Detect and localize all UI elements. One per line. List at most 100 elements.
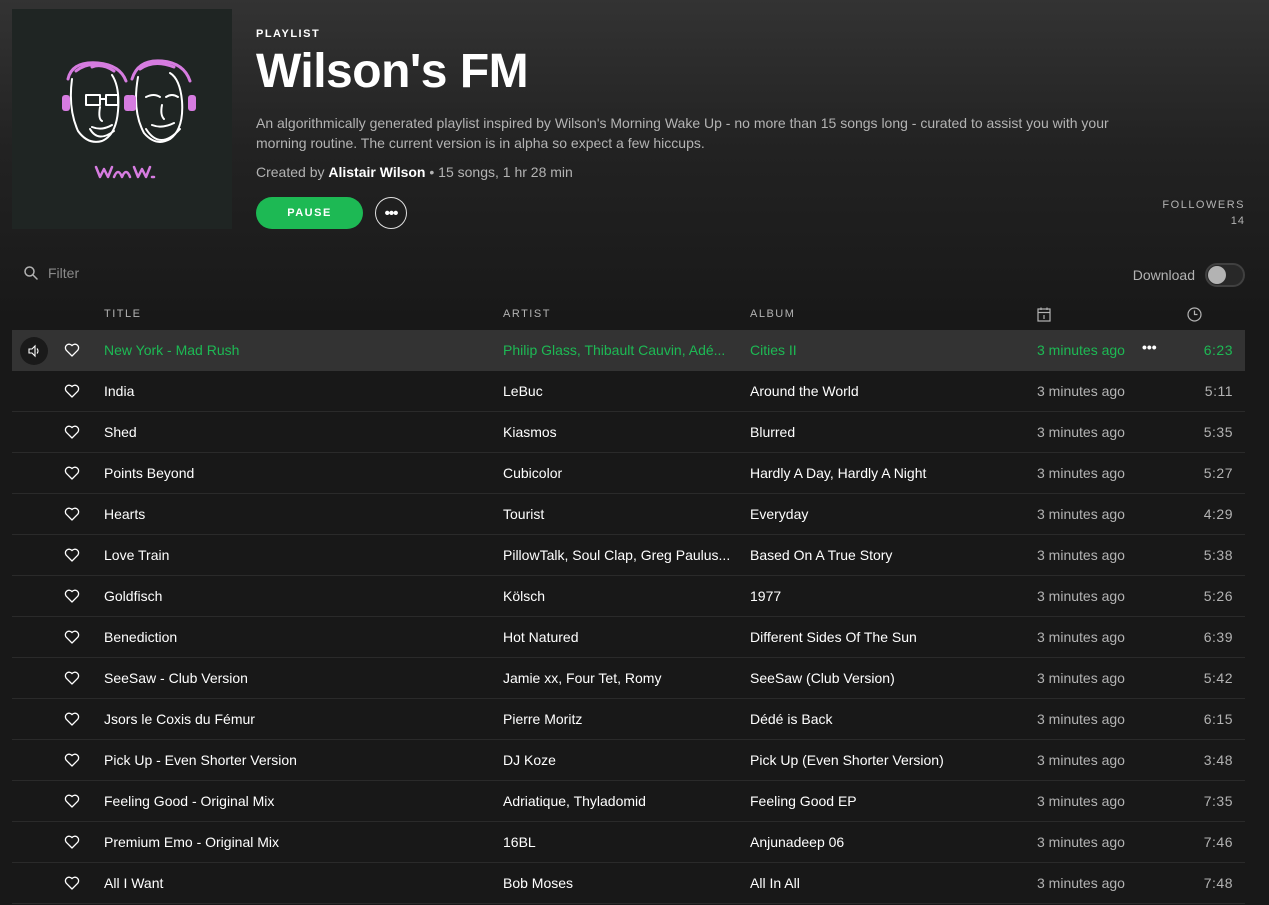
heart-icon[interactable] — [64, 547, 80, 563]
heart-icon[interactable] — [64, 383, 80, 399]
column-header-artist[interactable]: ARTIST — [503, 308, 551, 320]
column-header-title[interactable]: TITLE — [104, 308, 141, 320]
table-row[interactable]: Goldfisch Kölsch 1977 3 minutes ago 5:26 — [12, 576, 1245, 617]
table-row[interactable]: New York - Mad Rush Philip Glass, Thibaul… — [12, 330, 1245, 371]
table-row[interactable]: Feeling Good - Original Mix Adriatique, T… — [12, 781, 1245, 822]
heart-icon[interactable] — [64, 506, 80, 522]
track-artist[interactable]: PillowTalk, Soul Clap, Greg Paulus... — [503, 547, 738, 563]
track-artist[interactable]: Kiasmos — [503, 424, 738, 440]
owner-link[interactable]: Alistair Wilson — [328, 164, 425, 180]
track-artist[interactable]: Adriatique, Thyladomid — [503, 793, 738, 809]
track-artist[interactable]: Bob Moses — [503, 875, 738, 891]
track-album[interactable]: Dédé is Back — [750, 711, 1020, 727]
table-row[interactable]: SeeSaw - Club Version Jamie xx, Four Tet,… — [12, 658, 1245, 699]
download-toggle[interactable] — [1205, 263, 1245, 287]
track-title[interactable]: Feeling Good - Original Mix — [104, 793, 484, 809]
heart-icon[interactable] — [64, 670, 80, 686]
track-album[interactable]: Pick Up (Even Shorter Version) — [750, 752, 1020, 768]
table-row[interactable]: Shed Kiasmos Blurred 3 minutes ago 5:35 — [12, 412, 1245, 453]
filter-input[interactable]: Filter — [24, 265, 79, 281]
more-options-button[interactable]: ••• — [375, 197, 407, 229]
track-album[interactable]: Hardly A Day, Hardly A Night — [750, 465, 1020, 481]
now-playing-speaker-icon[interactable] — [20, 337, 48, 365]
heart-icon[interactable] — [64, 424, 80, 440]
track-artist[interactable]: Hot Natured — [503, 629, 738, 645]
heart-icon[interactable] — [64, 465, 80, 481]
track-album[interactable]: 1977 — [750, 588, 1020, 604]
track-title[interactable]: Shed — [104, 424, 484, 440]
track-artist[interactable]: Tourist — [503, 506, 738, 522]
heart-icon[interactable] — [64, 711, 80, 727]
calendar-icon — [1037, 307, 1051, 322]
column-header-duration[interactable] — [1187, 307, 1202, 325]
table-row[interactable]: Pick Up - Even Shorter Version DJ Koze Pic… — [12, 740, 1245, 781]
heart-icon[interactable] — [64, 793, 80, 809]
table-row[interactable]: Love Train PillowTalk, Soul Clap, Greg Pa… — [12, 535, 1245, 576]
track-artist[interactable]: LeBuc — [503, 383, 738, 399]
track-title[interactable]: India — [104, 383, 484, 399]
followers-count: 14 — [1230, 215, 1245, 227]
filter-placeholder: Filter — [48, 265, 80, 281]
track-duration: 5:42 — [1203, 670, 1233, 686]
track-album[interactable]: Based On A True Story — [750, 547, 1020, 563]
track-duration: 4:29 — [1203, 506, 1233, 522]
track-album[interactable]: Everyday — [750, 506, 1020, 522]
clock-icon — [1187, 307, 1202, 322]
heart-icon[interactable] — [64, 875, 80, 891]
track-date-added: 3 minutes ago — [1037, 629, 1125, 645]
heart-icon[interactable] — [64, 588, 80, 604]
pause-button[interactable]: PAUSE — [256, 197, 363, 229]
table-row[interactable]: Benediction Hot Natured Different Sides Of… — [12, 617, 1245, 658]
track-artist[interactable]: Jamie xx, Four Tet, Romy — [503, 670, 738, 686]
column-header-date-added[interactable] — [1037, 307, 1051, 325]
track-title[interactable]: Goldfisch — [104, 588, 484, 604]
track-album[interactable]: Different Sides Of The Sun — [750, 629, 1020, 645]
track-album[interactable]: Around the World — [750, 383, 1020, 399]
track-title[interactable]: New York - Mad Rush — [104, 342, 484, 358]
track-artist[interactable]: Cubicolor — [503, 465, 738, 481]
heart-icon[interactable] — [64, 629, 80, 645]
track-date-added: 3 minutes ago — [1037, 793, 1125, 809]
track-title[interactable]: Jsors le Coxis du Fémur — [104, 711, 484, 727]
track-title[interactable]: SeeSaw - Club Version — [104, 670, 484, 686]
heart-icon[interactable] — [64, 342, 80, 358]
track-duration: 6:39 — [1203, 629, 1233, 645]
track-title[interactable]: Premium Emo - Original Mix — [104, 834, 484, 850]
track-album[interactable]: Blurred — [750, 424, 1020, 440]
playlist-page: PLAYLIST Wilson's FM An algorithmically … — [0, 0, 1269, 905]
track-album[interactable]: SeeSaw (Club Version) — [750, 670, 1020, 686]
heart-icon[interactable] — [64, 834, 80, 850]
track-title[interactable]: All I Want — [104, 875, 484, 891]
playlist-kind-label: PLAYLIST — [256, 28, 321, 40]
track-artist[interactable]: 16BL — [503, 834, 738, 850]
track-album[interactable]: Cities II — [750, 342, 1020, 358]
track-title[interactable]: Points Beyond — [104, 465, 484, 481]
track-album[interactable]: Anjunadeep 06 — [750, 834, 1020, 850]
track-album[interactable]: Feeling Good EP — [750, 793, 1020, 809]
track-title[interactable]: Hearts — [104, 506, 484, 522]
track-artist[interactable]: DJ Koze — [503, 752, 738, 768]
track-artist[interactable]: Philip Glass, Thibault Cauvin, Adé... — [503, 342, 738, 358]
table-row[interactable]: Points Beyond Cubicolor Hardly A Day, Hard… — [12, 453, 1245, 494]
track-title[interactable]: Benediction — [104, 629, 484, 645]
track-duration: 3:48 — [1203, 752, 1233, 768]
track-title[interactable]: Pick Up - Even Shorter Version — [104, 752, 484, 768]
table-row[interactable]: All I Want Bob Moses All In All 3 minutes a… — [12, 863, 1245, 904]
track-list: New York - Mad Rush Philip Glass, Thibaul… — [12, 330, 1245, 904]
row-more-icon[interactable]: ••• — [1142, 339, 1157, 355]
heart-icon[interactable] — [64, 752, 80, 768]
table-row[interactable]: Jsors le Coxis du Fémur Pierre Moritz Dédé… — [12, 699, 1245, 740]
track-duration: 5:27 — [1203, 465, 1233, 481]
track-album[interactable]: All In All — [750, 875, 1020, 891]
track-title[interactable]: Love Train — [104, 547, 484, 563]
download-control: Download — [1133, 263, 1245, 287]
track-artist[interactable]: Kölsch — [503, 588, 738, 604]
followers-label: FOLLOWERS — [1162, 199, 1245, 211]
table-row[interactable]: Hearts Tourist Everyday 3 minutes ago 4:29 — [12, 494, 1245, 535]
column-header-album[interactable]: ALBUM — [750, 308, 795, 320]
table-row[interactable]: India LeBuc Around the World 3 minutes ago 5… — [12, 371, 1245, 412]
track-date-added: 3 minutes ago — [1037, 588, 1125, 604]
track-artist[interactable]: Pierre Moritz — [503, 711, 738, 727]
table-row[interactable]: Premium Emo - Original Mix 16BL Anjunadeep… — [12, 822, 1245, 863]
playlist-description: An algorithmically generated playlist in… — [256, 115, 1109, 151]
